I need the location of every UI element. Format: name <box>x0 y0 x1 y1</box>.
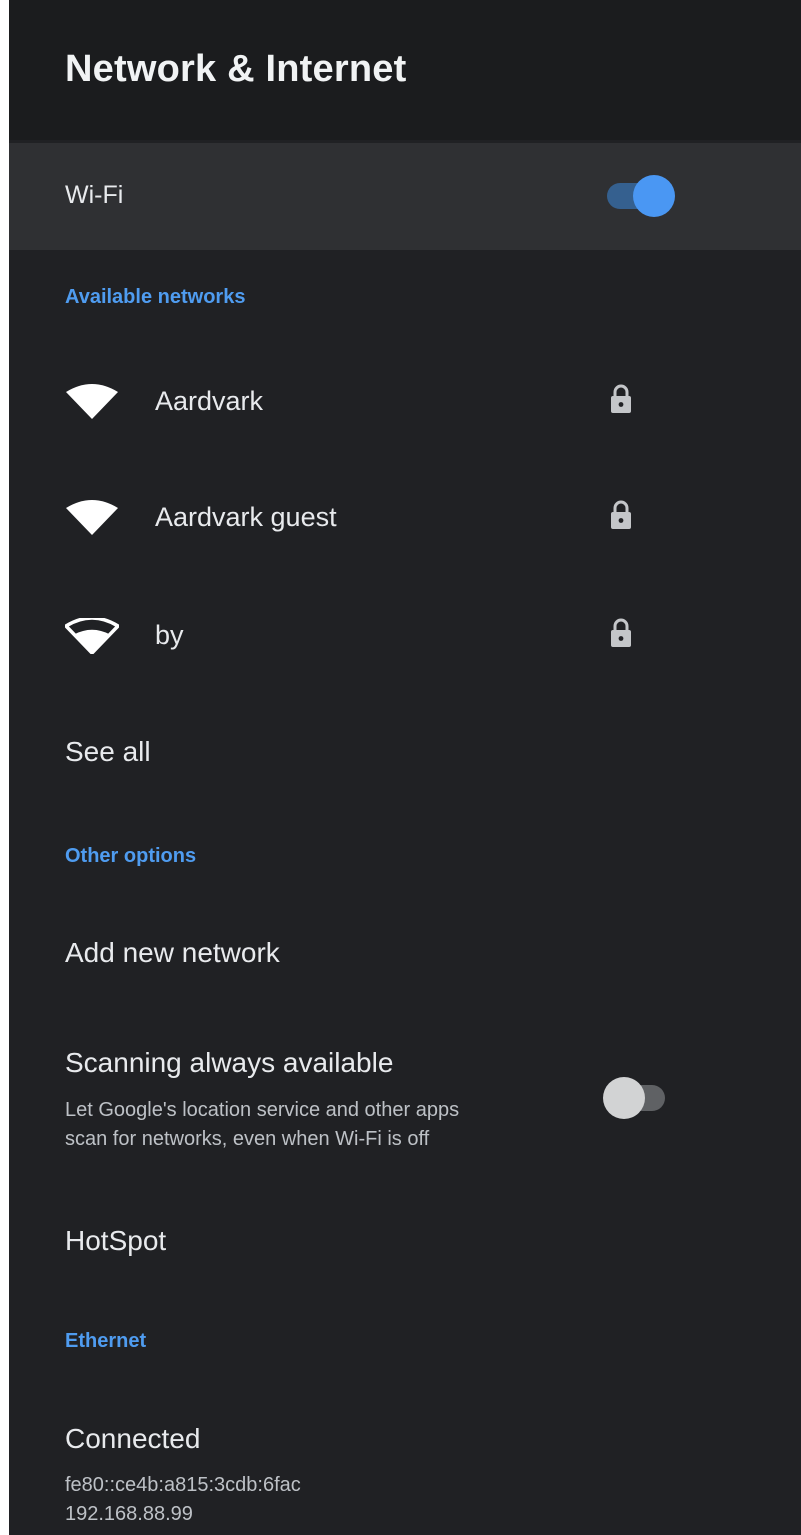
see-all-networks-button[interactable]: See all <box>65 736 151 768</box>
hotspot-button[interactable]: HotSpot <box>65 1225 166 1257</box>
scanning-always-available-row[interactable]: Scanning always available Let Google's l… <box>9 1030 801 1170</box>
section-available-networks: Available networks <box>65 286 246 308</box>
network-settings-panel: Network & Internet Wi-Fi Available netwo… <box>9 0 801 1535</box>
wifi-label: Wi-Fi <box>65 181 124 209</box>
network-name: by <box>155 620 184 650</box>
lock-icon <box>611 384 631 413</box>
add-new-network-button[interactable]: Add new network <box>65 937 280 969</box>
scanning-toggle[interactable] <box>603 1077 665 1119</box>
section-ethernet: Ethernet <box>65 1330 147 1352</box>
network-name: Aardvark <box>155 386 264 416</box>
page-title: Network & Internet <box>65 48 407 90</box>
header: Network & Internet <box>9 0 801 140</box>
wifi-toggle[interactable] <box>607 175 675 217</box>
network-name: Aardvark guest <box>155 502 337 532</box>
lock-icon <box>611 500 631 529</box>
network-item-aardvark-guest[interactable]: Aardvark guest <box>9 478 801 558</box>
wifi-signal-full-icon <box>66 384 118 419</box>
network-item-by[interactable]: by <box>9 596 801 676</box>
section-other-options: Other options <box>65 845 197 867</box>
ethernet-status-row[interactable]: Connected fe80::ce4b:a815:3cdb:6fac 192.… <box>9 1405 801 1530</box>
ethernet-status: Connected <box>65 1423 201 1454</box>
scanning-description-line2: scan for networks, even when Wi-Fi is of… <box>65 1128 430 1150</box>
wifi-signal-full-icon <box>66 500 118 535</box>
network-item-aardvark[interactable]: Aardvark <box>9 362 801 442</box>
scanning-toggle-knob <box>603 1077 645 1119</box>
ethernet-ipv6-address: fe80::ce4b:a815:3cdb:6fac <box>65 1474 301 1496</box>
wifi-toggle-knob <box>633 175 675 217</box>
wifi-signal-medium-icon <box>65 618 119 654</box>
scanning-description-line1: Let Google's location service and other … <box>65 1099 460 1121</box>
ethernet-ipv4-address: 192.168.88.99 <box>65 1503 193 1525</box>
lock-icon <box>611 618 631 647</box>
scanning-title: Scanning always available <box>65 1047 394 1078</box>
wifi-toggle-row[interactable]: Wi-Fi <box>9 143 801 250</box>
